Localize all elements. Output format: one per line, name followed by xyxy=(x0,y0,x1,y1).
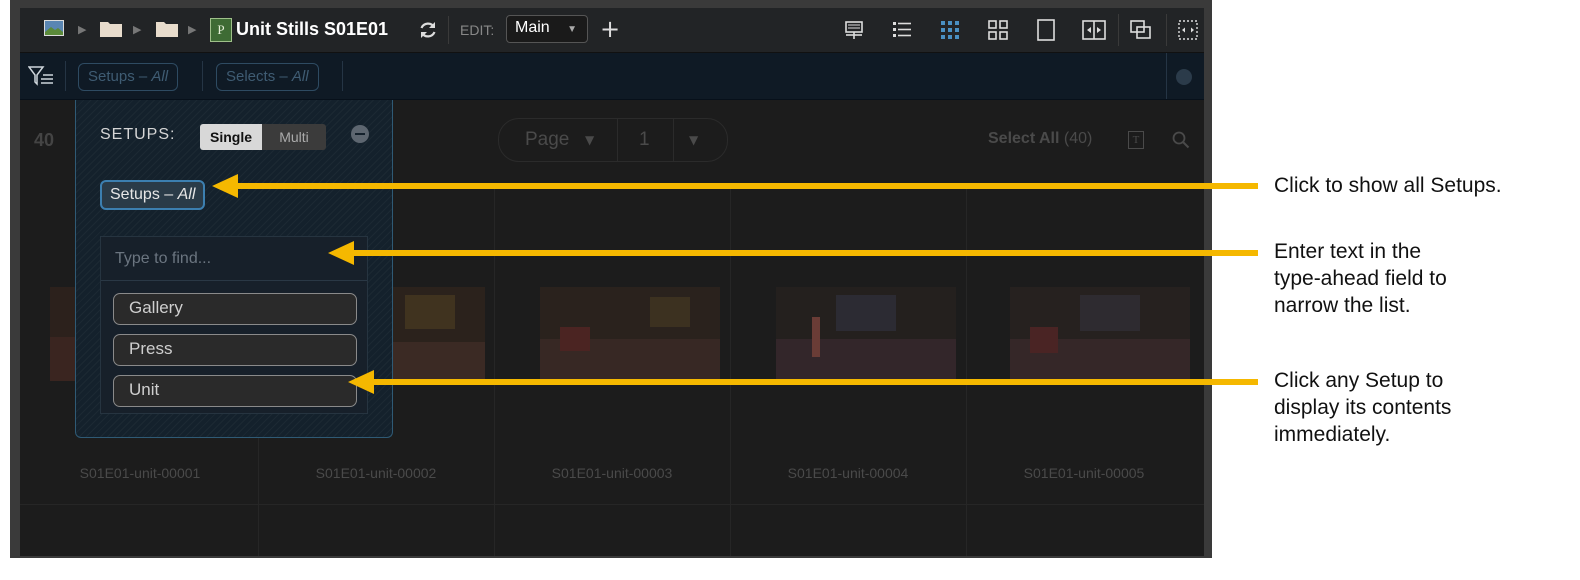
annotation-note-line: narrow the list. xyxy=(1274,294,1411,317)
thumbnail-label: S01E01-unit-00001 xyxy=(79,465,201,481)
thumbnail-label: S01E01-unit-00003 xyxy=(551,465,673,481)
breadcrumb-chevron-icon: ▶ xyxy=(133,23,142,36)
annotation-note-3: Click any Setup to display its contents … xyxy=(1274,367,1451,448)
setups-filter-chip[interactable]: Setups – All xyxy=(78,63,179,91)
setup-finder: Gallery Press Unit xyxy=(100,236,368,414)
annotation-note-1: Click to show all Setups. xyxy=(1274,174,1502,197)
show-all-setups-label: Setups – xyxy=(110,186,178,203)
text-toggle-icon[interactable]: T xyxy=(1128,131,1144,149)
grid-divider xyxy=(494,185,495,556)
grid-divider xyxy=(20,504,1204,505)
show-all-setups-value: All xyxy=(177,186,196,203)
chevron-down-icon: ▼ xyxy=(567,24,577,35)
setups-filter-chip-label: Setups – xyxy=(88,68,152,85)
search-icon[interactable] xyxy=(1172,131,1190,149)
annotation-note-line: display its contents xyxy=(1274,396,1452,419)
filter-divider xyxy=(65,61,66,91)
thumbnail-image[interactable] xyxy=(1010,287,1190,381)
show-all-setups-chip[interactable]: Setups – All xyxy=(100,180,206,210)
grid-divider xyxy=(966,185,967,556)
library-image-icon[interactable] xyxy=(44,20,64,36)
compare-view-icon[interactable] xyxy=(1082,19,1106,41)
folder-icon[interactable] xyxy=(156,20,178,37)
close-popover-icon[interactable] xyxy=(351,125,369,143)
annotation-note-line: type-ahead field to xyxy=(1274,267,1447,290)
breadcrumb-chevron-icon: ▶ xyxy=(78,23,87,36)
filter-divider xyxy=(1166,53,1167,99)
project-badge[interactable]: P xyxy=(210,18,232,42)
setup-option[interactable]: Gallery xyxy=(113,293,357,325)
annotation-note-line: immediately. xyxy=(1274,423,1391,446)
toolbar-divider xyxy=(1118,14,1119,46)
setups-popover: SETUPS: Single Multi Setups – All Galler… xyxy=(75,100,393,438)
select-all-label: Select All xyxy=(988,130,1060,147)
chevron-down-icon[interactable]: ▼ xyxy=(585,133,594,147)
setups-popover-title: SETUPS: xyxy=(100,126,176,143)
filter-bar: Setups – All Selects – All xyxy=(20,53,1204,100)
setup-option[interactable]: Unit xyxy=(113,375,357,407)
page-number[interactable]: 1 xyxy=(639,129,650,151)
setups-filter-chip-value: All xyxy=(151,68,169,85)
mode-single-button[interactable]: Single xyxy=(200,124,262,150)
pager-divider xyxy=(617,119,618,161)
setup-option[interactable]: Press xyxy=(113,334,357,366)
edit-label: EDIT: xyxy=(460,22,495,38)
thumbnail-label: S01E01-unit-00004 xyxy=(787,465,909,481)
thumbnail-label: S01E01-unit-00005 xyxy=(1023,465,1145,481)
selects-filter-chip-value: All xyxy=(291,68,309,85)
grid-divider xyxy=(730,185,731,556)
annotation-note-line: Enter text in the xyxy=(1274,240,1422,263)
small-grid-view-icon[interactable] xyxy=(940,20,960,40)
select-all-button[interactable]: Select All (40) xyxy=(988,130,1092,148)
toolbar-divider xyxy=(1166,14,1167,46)
overlay-view-icon[interactable] xyxy=(1130,20,1152,40)
edit-select[interactable]: Main ▼ xyxy=(506,15,588,43)
annotation-note-line: Click any Setup to xyxy=(1274,369,1444,392)
setup-search-input[interactable] xyxy=(101,237,367,281)
pager[interactable]: Page ▼ 1 ▼ xyxy=(498,118,728,162)
top-toolbar: ▶ ▶ ▶ P Unit Stills S01E01 EDIT: Main ▼ xyxy=(20,8,1204,53)
selection-mode-toggle: Single Multi xyxy=(200,124,326,150)
folder-icon[interactable] xyxy=(100,20,122,37)
mode-multi-button[interactable]: Multi xyxy=(262,124,326,150)
thumbnail-label: S01E01-unit-00002 xyxy=(315,465,437,481)
toolbar-divider xyxy=(448,16,449,44)
thumbnail-image[interactable] xyxy=(776,287,956,381)
pager-divider xyxy=(673,119,674,161)
breadcrumb-chevron-icon: ▶ xyxy=(188,23,197,36)
select-all-count: (40) xyxy=(1063,130,1093,147)
refresh-icon[interactable] xyxy=(418,20,438,40)
list-detail-view-icon[interactable] xyxy=(844,20,864,40)
chevron-down-icon[interactable]: ▼ xyxy=(689,133,698,147)
large-grid-view-icon[interactable] xyxy=(988,20,1008,40)
annotation-note-2: Enter text in the type-ahead field to na… xyxy=(1274,238,1447,319)
list-view-icon[interactable] xyxy=(892,20,912,40)
clear-filters-icon[interactable] xyxy=(1176,69,1192,85)
page-title: Unit Stills S01E01 xyxy=(236,19,389,39)
app-content: ▶ ▶ ▶ P Unit Stills S01E01 EDIT: Main ▼ xyxy=(20,8,1204,556)
filter-list-icon[interactable] xyxy=(28,66,54,86)
filter-divider xyxy=(202,61,203,91)
add-button[interactable]: + xyxy=(600,15,620,43)
app-window: ▶ ▶ ▶ P Unit Stills S01E01 EDIT: Main ▼ xyxy=(10,0,1212,558)
selects-filter-chip-label: Selects – xyxy=(226,68,292,85)
fullscreen-icon[interactable] xyxy=(1178,20,1198,40)
edit-select-value: Main xyxy=(515,19,550,36)
selects-filter-chip[interactable]: Selects – All xyxy=(216,63,319,91)
item-count: 40 xyxy=(34,130,55,150)
filter-divider xyxy=(342,61,343,91)
pager-label: Page xyxy=(525,129,570,150)
single-view-icon[interactable] xyxy=(1036,19,1056,41)
thumbnail-image[interactable] xyxy=(540,287,720,381)
